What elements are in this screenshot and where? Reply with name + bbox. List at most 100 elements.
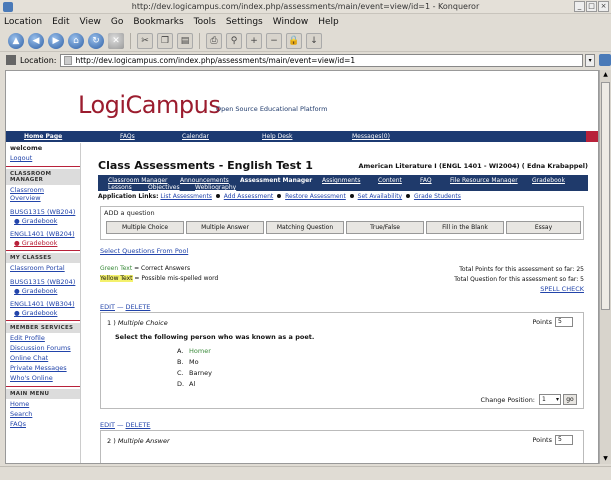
my-course-busg1315[interactable]: BUSG1315 (WB204) bbox=[6, 277, 80, 287]
whos-online-link[interactable]: Who's Online bbox=[6, 373, 80, 383]
clear-location-icon[interactable] bbox=[6, 55, 16, 65]
add-matching-question-button[interactable]: Matching Question bbox=[266, 221, 344, 234]
add-essay-button[interactable]: Essay bbox=[506, 221, 581, 234]
cut-icon[interactable]: ✂ bbox=[137, 32, 153, 49]
subnav-lessons[interactable]: Lessons bbox=[108, 184, 132, 191]
points-input[interactable]: 5 bbox=[555, 435, 573, 445]
zoom-in-icon[interactable]: + bbox=[246, 32, 262, 49]
cm-gradebook-link-active[interactable]: ● Gradebook bbox=[6, 239, 80, 247]
subnav-classroom-manager[interactable]: Classroom Manager bbox=[108, 177, 168, 184]
stop-icon[interactable]: ✕ bbox=[108, 32, 124, 49]
vertical-scrollbar[interactable]: ▲ ▼ bbox=[599, 70, 611, 464]
add-fill-in-the-blank-button[interactable]: Fill in the Blank bbox=[426, 221, 504, 234]
my-course-engl1401[interactable]: ENGL1401 (WB304) bbox=[6, 299, 80, 309]
nav-home-page[interactable]: Home Page bbox=[6, 133, 76, 140]
menu-edit[interactable]: Edit bbox=[52, 17, 69, 27]
menu-go[interactable]: Go bbox=[111, 17, 123, 27]
menu-location[interactable]: Location bbox=[4, 17, 42, 27]
sidebar-header-main-menu: MAIN MENU bbox=[6, 389, 80, 399]
subnav-announcements[interactable]: Announcements bbox=[180, 177, 229, 184]
menu-help[interactable]: Help bbox=[318, 17, 339, 27]
nav-calendar[interactable]: Calendar bbox=[182, 133, 209, 140]
menu-view[interactable]: View bbox=[80, 17, 101, 27]
go-icon[interactable] bbox=[599, 54, 611, 66]
nav-messages[interactable]: Messages(0) bbox=[352, 133, 390, 140]
my-gradebook-link[interactable]: ● Gradebook bbox=[6, 287, 80, 295]
go-button[interactable]: go bbox=[563, 394, 577, 405]
choice-b: B. Mo bbox=[177, 358, 199, 366]
paste-icon[interactable]: ▤ bbox=[177, 32, 193, 49]
bullet-icon bbox=[406, 194, 411, 198]
search-link[interactable]: Search bbox=[6, 409, 80, 419]
subnav-objectives[interactable]: Objectives bbox=[148, 184, 180, 191]
spell-check-link[interactable]: SPELL CHECK bbox=[540, 285, 584, 293]
menu-window[interactable]: Window bbox=[273, 17, 309, 27]
nav-faqs[interactable]: FAQs bbox=[120, 133, 135, 140]
private-messages-link[interactable]: Private Messages bbox=[6, 363, 80, 373]
forward-icon[interactable]: ▶ bbox=[48, 32, 64, 49]
zoom-out-icon[interactable]: − bbox=[266, 32, 282, 49]
add-multiple-answer-button[interactable]: Multiple Answer bbox=[186, 221, 264, 234]
logicampus-logo[interactable]: LogiCampus bbox=[78, 91, 221, 119]
select-from-pool-link[interactable]: Select Questions From Pool bbox=[100, 247, 188, 255]
bullet-icon bbox=[277, 194, 282, 198]
url-input[interactable]: http://dev.logicampus.com/index.php/asse… bbox=[60, 53, 584, 67]
delete-question-link[interactable]: DELETE bbox=[126, 421, 151, 429]
cm-gradebook-link[interactable]: ● Gradebook bbox=[6, 217, 80, 225]
edit-question-link[interactable]: EDIT bbox=[100, 303, 115, 311]
location-bar: Location: http://dev.logicampus.com/inde… bbox=[0, 52, 611, 68]
close-button[interactable]: × bbox=[598, 1, 609, 12]
my-gradebook-link[interactable]: ● Gradebook bbox=[6, 309, 80, 317]
subnav-faq[interactable]: FAQ bbox=[420, 177, 432, 184]
browser-toolbar: ▲ ◀ ▶ ⌂ ↻ ✕ ✂ ❐ ▤ ⎙ ⚲ + − 🔒 ↓ bbox=[0, 30, 611, 52]
scrollbar-thumb[interactable] bbox=[601, 82, 610, 310]
online-chat-link[interactable]: Online Chat bbox=[6, 353, 80, 363]
edit-question-link[interactable]: EDIT bbox=[100, 421, 115, 429]
download-icon[interactable]: ↓ bbox=[306, 32, 322, 49]
url-history-dropdown[interactable]: ▾ bbox=[585, 53, 596, 67]
logout-link[interactable]: Logout bbox=[6, 153, 80, 163]
subnav-assessment-manager[interactable]: Assessment Manager bbox=[240, 177, 312, 184]
find-icon[interactable]: ⚲ bbox=[226, 32, 242, 49]
course-title: American Literature I (ENGL 1401 - WI200… bbox=[358, 162, 588, 170]
menu-settings[interactable]: Settings bbox=[226, 17, 263, 27]
reload-icon[interactable]: ↻ bbox=[88, 32, 104, 49]
copy-icon[interactable]: ❐ bbox=[157, 32, 173, 49]
position-select[interactable]: 1 bbox=[539, 394, 561, 405]
cm-course-busg1315[interactable]: BUSG1315 (WB204) bbox=[6, 207, 80, 217]
points-input[interactable]: 5 bbox=[555, 317, 573, 327]
add-true-false-button[interactable]: True/False bbox=[346, 221, 424, 234]
subnav-gradebook[interactable]: Gradebook bbox=[532, 177, 565, 184]
applink-grade-students[interactable]: Grade Students bbox=[414, 193, 461, 200]
subnav-content[interactable]: Content bbox=[378, 177, 402, 184]
subnav-assignments[interactable]: Assignments bbox=[322, 177, 360, 184]
scroll-up-icon[interactable]: ▲ bbox=[601, 70, 610, 80]
discussion-forums-link[interactable]: Discussion Forums bbox=[6, 343, 80, 353]
applink-add-assessment[interactable]: Add Assessment bbox=[224, 193, 274, 200]
subnav-webliography[interactable]: Webliography bbox=[195, 184, 236, 191]
edit-profile-link[interactable]: Edit Profile bbox=[6, 333, 80, 343]
maximize-button[interactable]: □ bbox=[586, 1, 597, 12]
site-tagline: Open Source Educational Platform bbox=[216, 105, 328, 113]
home-icon[interactable]: ⌂ bbox=[68, 32, 84, 49]
up-icon[interactable]: ▲ bbox=[8, 32, 24, 49]
delete-question-link[interactable]: DELETE bbox=[126, 303, 151, 311]
minimize-button[interactable]: _ bbox=[574, 1, 585, 12]
applink-list-assessments[interactable]: List Assessments bbox=[160, 193, 212, 200]
applink-restore-assessment[interactable]: Restore Assessment bbox=[285, 193, 346, 200]
classroom-portal-link[interactable]: Classroom Portal bbox=[6, 263, 80, 273]
subnav-file-resource-manager[interactable]: File Resource Manager bbox=[450, 177, 518, 184]
cm-course-engl1401[interactable]: ENGL1401 (WB204) bbox=[6, 229, 80, 239]
back-icon[interactable]: ◀ bbox=[28, 32, 44, 49]
add-multiple-choice-button[interactable]: Multiple Choice bbox=[106, 221, 184, 234]
home-link[interactable]: Home bbox=[6, 399, 80, 409]
menu-bookmarks[interactable]: Bookmarks bbox=[133, 17, 183, 27]
classroom-overview-link[interactable]: Classroom Overview bbox=[6, 185, 80, 203]
applink-set-availability[interactable]: Set Availability bbox=[358, 193, 402, 200]
print-icon[interactable]: ⎙ bbox=[206, 32, 222, 49]
nav-help-desk[interactable]: Help Desk bbox=[262, 133, 293, 140]
faqs-link[interactable]: FAQs bbox=[6, 419, 80, 429]
scroll-down-icon[interactable]: ▼ bbox=[601, 454, 610, 464]
menu-tools[interactable]: Tools bbox=[194, 17, 216, 27]
security-lock-icon[interactable]: 🔒 bbox=[286, 32, 302, 49]
